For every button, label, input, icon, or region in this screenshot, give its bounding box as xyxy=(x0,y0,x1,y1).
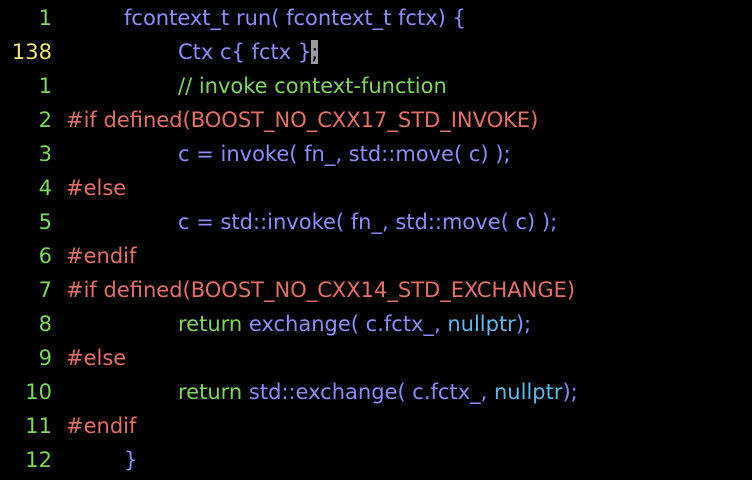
code-line[interactable]: 6 #endif xyxy=(0,239,752,273)
code-line[interactable]: 3 c = invoke( fn_, std::move( c) ); xyxy=(0,137,752,171)
code-token-preproc: #if defined(BOOST_NO_CXX17_STD_INVOKE) xyxy=(66,108,539,132)
code-token-default: fcontext_t run( fcontext_t fctx) { xyxy=(124,6,466,30)
code-token-preproc: #endif xyxy=(66,414,137,438)
relative-line-number: 1 xyxy=(38,6,52,30)
relative-line-number: 5 xyxy=(38,210,52,234)
code-token-comment: // invoke context-function xyxy=(178,74,447,98)
relative-line-number: 2 xyxy=(38,108,52,132)
code-text[interactable]: #if defined(BOOST_NO_CXX17_STD_INVOKE) xyxy=(66,103,538,137)
code-token-default: } xyxy=(124,448,138,472)
code-text[interactable]: // invoke context-function xyxy=(66,69,447,103)
code-text[interactable]: #endif xyxy=(66,409,136,443)
relative-line-number: 1 xyxy=(38,74,52,98)
code-editor[interactable]: 1 fcontext_t run( fcontext_t fctx) {138 Ct… xyxy=(0,0,752,480)
code-token-default: exchange( c.fctx_, xyxy=(242,312,448,336)
code-token-keyword: return xyxy=(178,380,243,404)
code-text[interactable]: Ctx c{ fctx }; xyxy=(66,35,319,69)
relative-line-number: 7 xyxy=(38,278,52,302)
code-text[interactable]: c = std::invoke( fn_, std::move( c) ); xyxy=(66,205,557,239)
code-token-default: ); xyxy=(562,380,578,404)
code-text[interactable]: #if defined(BOOST_NO_CXX14_STD_EXCHANGE) xyxy=(66,273,575,307)
code-line[interactable]: 2 #if defined(BOOST_NO_CXX17_STD_INVOKE) xyxy=(0,103,752,137)
code-token-constant: nullptr xyxy=(447,312,516,336)
code-token-default: c = std::invoke( fn_, std::move( c) ); xyxy=(178,210,558,234)
relative-line-number: 9 xyxy=(38,346,52,370)
code-text[interactable]: #else xyxy=(66,171,126,205)
code-line[interactable]: 1 // invoke context-function xyxy=(0,69,752,103)
relative-line-number: 8 xyxy=(38,312,52,336)
code-token-preproc: #else xyxy=(66,176,127,200)
code-line[interactable]: 8 return exchange( c.fctx_, nullptr); xyxy=(0,307,752,341)
code-line[interactable]: 138 Ctx c{ fctx }; xyxy=(0,35,752,69)
code-token-preproc: #else xyxy=(66,346,127,370)
relative-line-number: 10 xyxy=(25,380,52,404)
code-token-default: ); xyxy=(515,312,532,336)
code-text[interactable]: fcontext_t run( fcontext_t fctx) { xyxy=(66,1,466,35)
code-token-preproc: #if defined(BOOST_NO_CXX14_STD_EXCHANGE) xyxy=(66,278,576,302)
text-cursor: ; xyxy=(311,40,319,64)
current-line-number: 138 xyxy=(11,40,52,64)
code-text[interactable]: #else xyxy=(66,341,126,375)
code-token-default: c = invoke( fn_, std::move( c) ); xyxy=(178,142,511,166)
relative-line-number: 11 xyxy=(25,414,52,438)
code-text[interactable]: c = invoke( fn_, std::move( c) ); xyxy=(66,137,511,171)
code-line[interactable]: 5 c = std::invoke( fn_, std::move( c) ); xyxy=(0,205,752,239)
code-text[interactable]: return std::exchange( c.fctx_, nullptr); xyxy=(66,375,578,409)
code-line[interactable]: 11 #endif xyxy=(0,409,752,443)
code-text[interactable]: return exchange( c.fctx_, nullptr); xyxy=(66,307,531,341)
relative-line-number: 3 xyxy=(38,142,52,166)
code-token-default: std::exchange( c.fctx_, xyxy=(242,380,494,404)
relative-line-number: 6 xyxy=(38,244,52,268)
code-line[interactable]: 4 #else xyxy=(0,171,752,205)
code-text[interactable]: } xyxy=(66,443,137,477)
code-line[interactable]: 12} xyxy=(0,443,752,477)
code-line[interactable]: 1 fcontext_t run( fcontext_t fctx) { xyxy=(0,1,752,35)
code-text[interactable]: #endif xyxy=(66,239,136,273)
code-line[interactable]: 10 return std::exchange( c.fctx_, nullptr… xyxy=(0,375,752,409)
code-token-constant: nullptr xyxy=(493,380,563,404)
code-token-keyword: return xyxy=(178,312,243,336)
relative-line-number: 4 xyxy=(38,176,52,200)
code-line[interactable]: 7 #if defined(BOOST_NO_CXX14_STD_EXCHANGE… xyxy=(0,273,752,307)
code-token-preproc: #endif xyxy=(66,244,137,268)
code-token-default: Ctx c{ fctx } xyxy=(178,40,312,64)
code-line[interactable]: 9 #else xyxy=(0,341,752,375)
relative-line-number: 12 xyxy=(25,448,52,472)
